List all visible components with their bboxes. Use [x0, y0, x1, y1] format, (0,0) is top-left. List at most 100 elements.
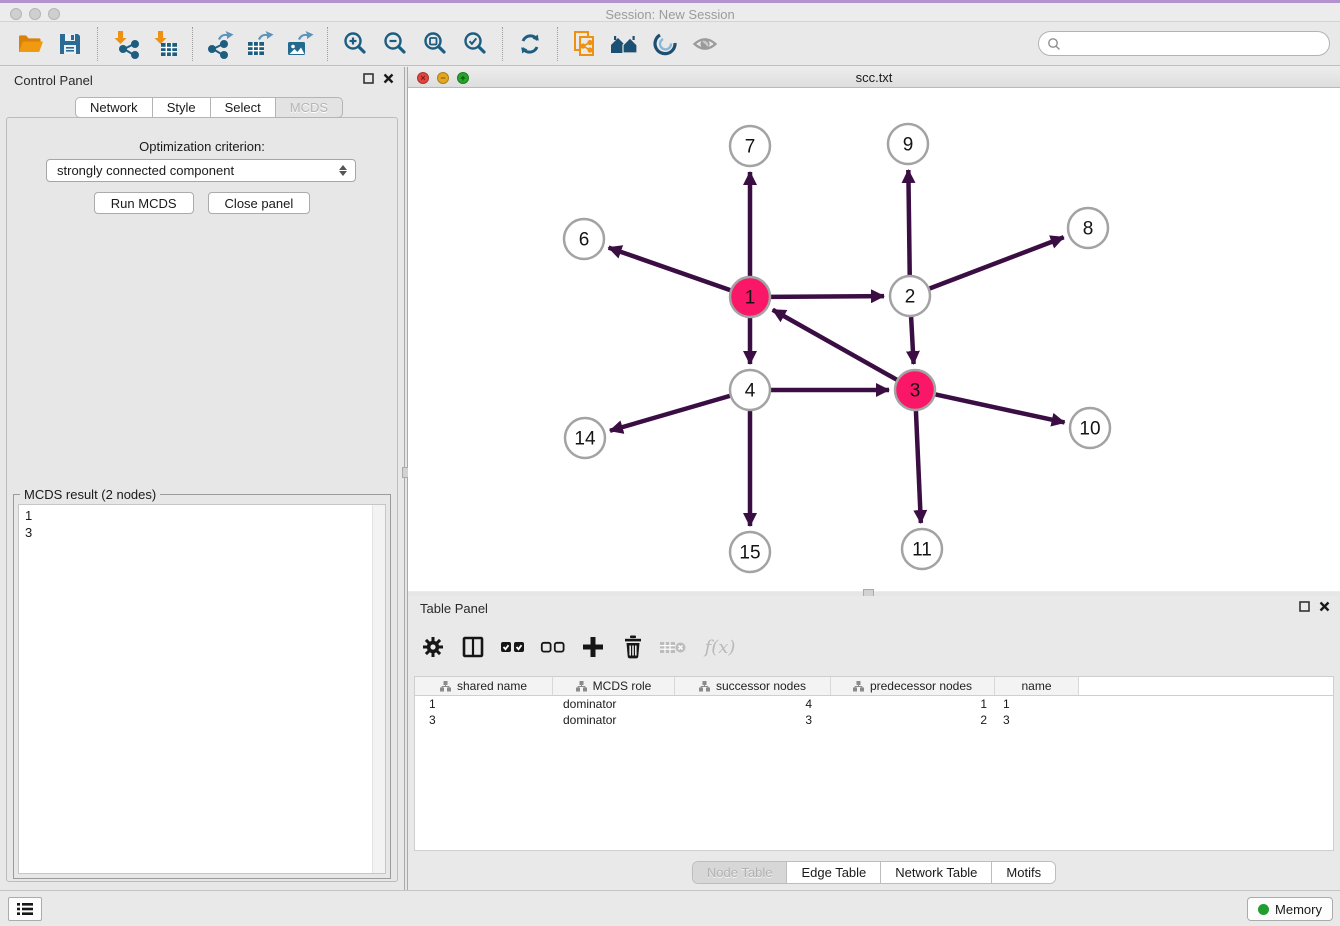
- export-table-icon[interactable]: [240, 25, 280, 63]
- column-header-predecessor-nodes[interactable]: predecessor nodes: [831, 677, 995, 695]
- graph-edge-1-2[interactable]: [771, 296, 884, 297]
- table-cell[interactable]: dominator: [553, 696, 675, 712]
- function-builder-icon: f(x): [698, 631, 742, 663]
- column-attribute-icon: [576, 681, 587, 692]
- table-cell[interactable]: 4: [675, 696, 831, 712]
- graph-edge-2-8[interactable]: [930, 237, 1064, 288]
- svg-text:9: 9: [903, 135, 914, 156]
- hide-selected-icon[interactable]: [685, 25, 725, 63]
- close-panel-icon[interactable]: [383, 73, 394, 84]
- graph-edge-2-3[interactable]: [911, 317, 914, 364]
- svg-text:1: 1: [745, 288, 756, 309]
- network-canvas[interactable]: 7 9 6 8 1 2 4 3 14 10 15 11: [408, 88, 1340, 591]
- graph-node-2[interactable]: 2: [890, 276, 930, 316]
- table-tab-edge-table[interactable]: Edge Table: [787, 862, 881, 883]
- graph-node-1[interactable]: 1: [730, 277, 770, 317]
- mcds-panel: Optimization criterion: strongly connect…: [6, 117, 398, 882]
- main-toolbar: [0, 22, 1340, 66]
- column-header-name[interactable]: name: [995, 677, 1079, 695]
- refresh-icon[interactable]: [510, 25, 550, 63]
- graph-node-8[interactable]: 8: [1068, 208, 1108, 248]
- select-all-icon[interactable]: [498, 631, 528, 663]
- graph-node-6[interactable]: 6: [564, 219, 604, 259]
- graph-edge-1-6[interactable]: [609, 248, 731, 290]
- node-table[interactable]: shared nameMCDS rolesuccessor nodesprede…: [414, 676, 1334, 851]
- graph-node-9[interactable]: 9: [888, 124, 928, 164]
- graph-edge-3-10[interactable]: [936, 394, 1065, 422]
- svg-text:15: 15: [739, 543, 760, 564]
- search-box[interactable]: [1038, 31, 1330, 56]
- column-header-MCDS-role[interactable]: MCDS role: [553, 677, 675, 695]
- close-panel-button[interactable]: Close panel: [208, 192, 311, 214]
- graph-node-11[interactable]: 11: [902, 529, 942, 569]
- float-table-panel-icon[interactable]: [1299, 601, 1310, 612]
- home-icon[interactable]: [605, 25, 645, 63]
- add-row-icon[interactable]: [578, 631, 608, 663]
- memory-button[interactable]: Memory: [1247, 897, 1333, 921]
- zoom-fit-icon[interactable]: [415, 25, 455, 63]
- table-cell[interactable]: 3: [415, 712, 553, 728]
- run-mcds-button[interactable]: Run MCDS: [94, 192, 194, 214]
- graph-node-4[interactable]: 4: [730, 370, 770, 410]
- graph-edge-4-14[interactable]: [610, 396, 730, 431]
- table-tab-motifs[interactable]: Motifs: [992, 862, 1055, 883]
- table-row[interactable]: 1dominator411: [415, 696, 1333, 712]
- column-attribute-icon: [699, 681, 710, 692]
- table-row[interactable]: 3dominator323: [415, 712, 1333, 728]
- export-image-icon[interactable]: [280, 25, 320, 63]
- zoom-selected-icon[interactable]: [455, 25, 495, 63]
- control-panel: Control Panel NetworkStyleSelectMCDS Opt…: [0, 67, 404, 890]
- graph-edge-2-9[interactable]: [908, 170, 909, 275]
- table-cell[interactable]: 3: [675, 712, 831, 728]
- svg-text:2: 2: [905, 287, 916, 308]
- graph-edge-3-1[interactable]: [773, 310, 897, 380]
- import-network-icon[interactable]: [105, 25, 145, 63]
- svg-text:8: 8: [1083, 219, 1094, 240]
- table-header-row: shared nameMCDS rolesuccessor nodesprede…: [415, 677, 1333, 696]
- table-cell[interactable]: 1: [415, 696, 553, 712]
- open-session-icon[interactable]: [10, 25, 50, 63]
- zoom-out-icon[interactable]: [375, 25, 415, 63]
- control-tab-style[interactable]: Style: [153, 97, 211, 118]
- unselect-all-icon[interactable]: [538, 631, 568, 663]
- table-settings-icon[interactable]: [418, 631, 448, 663]
- network-snapshot-icon[interactable]: [565, 25, 605, 63]
- mcds-result-text[interactable]: 13: [18, 504, 386, 874]
- table-tab-network-table[interactable]: Network Table: [881, 862, 992, 883]
- control-tab-network[interactable]: Network: [75, 97, 153, 118]
- table-cell[interactable]: 1: [831, 696, 995, 712]
- table-cell[interactable]: dominator: [553, 712, 675, 728]
- float-panel-icon[interactable]: [363, 73, 374, 84]
- save-session-icon[interactable]: [50, 25, 90, 63]
- table-tab-node-table[interactable]: Node Table: [693, 862, 788, 883]
- toolbar-separator: [327, 27, 328, 61]
- show-panels-button[interactable]: [8, 897, 42, 921]
- graph-node-15[interactable]: 15: [730, 532, 770, 572]
- status-bar: Memory: [0, 890, 1340, 926]
- close-table-panel-icon[interactable]: [1319, 601, 1330, 612]
- table-cell[interactable]: 3: [995, 712, 1079, 728]
- column-header-successor-nodes[interactable]: successor nodes: [675, 677, 831, 695]
- fx-label: f(x): [705, 637, 736, 658]
- control-tab-mcds[interactable]: MCDS: [276, 97, 343, 118]
- zoom-in-icon[interactable]: [335, 25, 375, 63]
- graph-edge-3-11[interactable]: [916, 411, 921, 523]
- graph-node-7[interactable]: 7: [730, 126, 770, 166]
- table-cell[interactable]: 1: [995, 696, 1079, 712]
- search-input[interactable]: [1066, 37, 1321, 51]
- result-scrollbar[interactable]: [372, 505, 385, 873]
- delete-row-icon[interactable]: [618, 631, 648, 663]
- graph-node-14[interactable]: 14: [565, 418, 605, 458]
- graph-node-10[interactable]: 10: [1070, 408, 1110, 448]
- export-network-icon[interactable]: [200, 25, 240, 63]
- delete-table-icon: [658, 631, 688, 663]
- split-view-icon[interactable]: [458, 631, 488, 663]
- column-header-shared-name[interactable]: shared name: [415, 677, 553, 695]
- criterion-select[interactable]: strongly connected component: [46, 159, 356, 182]
- control-tab-select[interactable]: Select: [211, 97, 276, 118]
- table-toolbar: f(x): [418, 627, 742, 667]
- table-cell[interactable]: 2: [831, 712, 995, 728]
- apply-style-icon[interactable]: [645, 25, 685, 63]
- import-table-icon[interactable]: [145, 25, 185, 63]
- graph-node-3[interactable]: 3: [895, 370, 935, 410]
